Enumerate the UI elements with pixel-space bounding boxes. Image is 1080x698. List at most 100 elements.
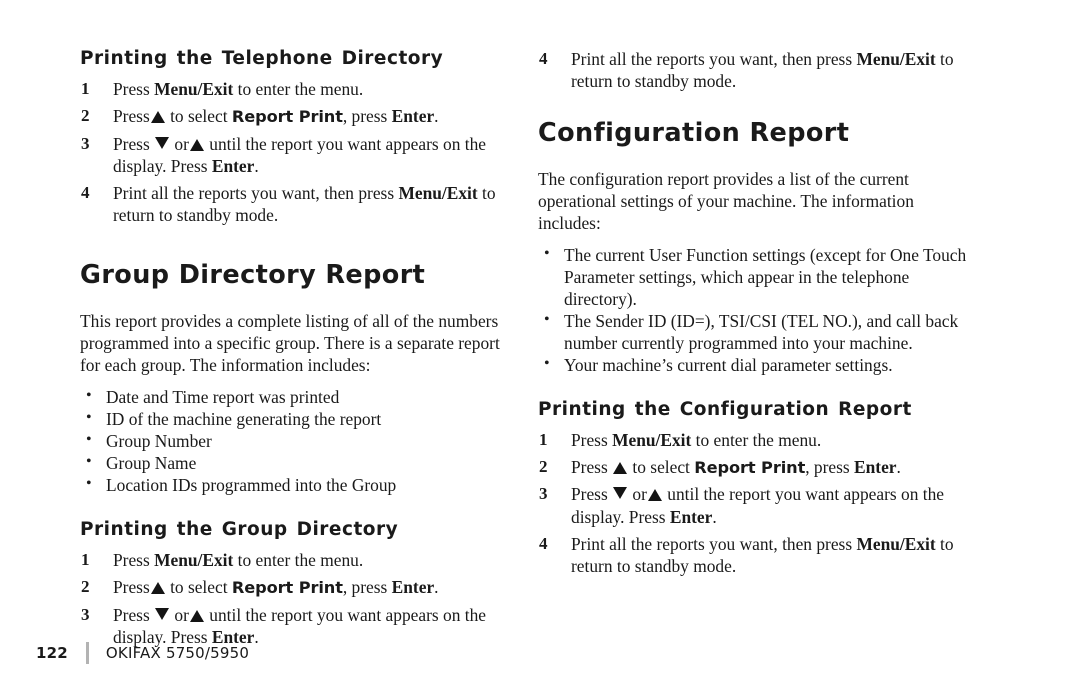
bullet-item: Group Name [80,452,512,474]
menu-item-label: Report Print [231,107,343,127]
step-number: 2 [539,456,548,476]
step-text: to enter the menu. [233,79,364,100]
step-item: 4 Print all the reports you want, then pr… [538,533,970,577]
step-number: 1 [539,429,548,449]
intro-group-directory-report: This report provides a complete listing … [80,311,500,376]
heading-printing-configuration-report: Printing the Configuration Report [538,398,912,420]
step-text: Print all the reports you want, then pre… [571,533,857,554]
steps-printing-configuration-report: 1 Press Menu/Exit to enter the menu. 2 Pres… [538,429,970,577]
bullet-item: Your machine’s current dial parameter se… [538,354,970,376]
step-text: or [628,484,647,505]
bullet-item: The current User Function settings (exce… [538,243,970,310]
step-text: . [254,156,259,177]
triangle-up-icon [189,609,204,622]
step-item: 2 Press to select Report Print, press Ent… [538,456,970,479]
triangle-down-icon [155,607,170,620]
step-text: , press [805,456,855,477]
bullet-item: The Sender ID (ID=), TSI/CSI (TEL NO.), … [538,310,970,354]
intro-configuration-report: The configuration report provides a list… [538,169,914,234]
step-text: Press [571,484,613,505]
triangle-up-icon [189,138,204,151]
key-label: Enter [854,456,897,477]
step-text: to enter the menu. [233,549,364,570]
left-column: Printing the Telephone Directory 1 Press … [80,48,512,653]
key-label: Menu/Exit [154,549,234,570]
triangle-up-icon [613,461,628,474]
footer-divider [85,642,89,664]
step-text: Press [113,549,155,570]
step-text: or [170,604,189,625]
step-text: Press [113,106,150,127]
triangle-up-icon [150,581,165,594]
step-item: 4 Print all the reports you want, then pr… [538,48,970,92]
step-text: , press [342,106,392,127]
heading-printing-telephone-directory: Printing the Telephone Directory [80,48,444,69]
step-text: to select [628,456,695,477]
key-label: Enter [391,106,435,127]
step-text: , press [342,576,392,597]
bullets-configuration-report: The current User Function settings (exce… [538,243,970,377]
step-text: to select [165,106,232,127]
step-text: or [170,133,189,154]
menu-item-label: Report Print [694,457,806,477]
step-number: 3 [539,484,548,504]
key-label: Enter [391,576,435,597]
key-label: Menu/Exit [856,533,936,554]
step-number: 1 [81,549,90,569]
heading-configuration-report: Configuration Report [538,118,850,149]
key-label: Enter [211,156,255,177]
heading-group-directory-report: Group Directory Report [80,260,426,291]
step-number: 4 [539,533,548,553]
steps-continued-from-left-column: 4 Print all the reports you want, then pr… [538,48,970,92]
key-label: Menu/Exit [398,183,478,204]
step-number: 2 [81,576,90,596]
step-number: 1 [81,79,90,99]
step-number: 2 [81,106,90,126]
steps-printing-telephone-directory: 1 Press Menu/Exit to enter the menu. 2 Pres… [80,78,512,226]
step-text: . [254,626,259,647]
step-text: Press [113,133,155,154]
step-number: 4 [539,49,548,68]
heading-printing-group-directory: Printing the Group Directory [80,518,399,540]
step-item: 2 Press to select Report Print, press Ent… [80,576,512,599]
triangle-down-icon [613,487,628,500]
menu-item-label: Report Print [231,577,343,597]
step-text: Press [113,576,150,597]
step-text: . [896,456,901,477]
step-text: Press [571,429,613,450]
step-text: to enter the menu. [691,429,822,450]
triangle-up-icon [150,111,165,124]
step-item: 1 Press Menu/Exit to enter the menu. [80,549,512,571]
step-item: 3 Press or until the report you want appe… [80,133,512,177]
bullet-item: ID of the machine generating the report [80,408,512,430]
document-name: OKIFAX 5750/5950 [105,644,250,662]
step-item: 3 Press or until the report you want appe… [538,483,970,527]
step-text: to select [165,576,232,597]
page-number: 122 [36,644,68,662]
step-text: . [434,576,439,597]
triangle-up-icon [647,489,662,502]
key-label: Menu/Exit [612,429,692,450]
bullet-item: Group Number [80,430,512,452]
key-label: Menu/Exit [856,49,936,69]
step-text: Print all the reports you want, then pre… [571,49,857,69]
page-footer: 122 OKIFAX 5750/5950 [36,641,249,665]
key-label: Menu/Exit [154,79,234,100]
step-item: 1 Press Menu/Exit to enter the menu. [80,78,512,100]
step-text: . [434,106,439,127]
bullet-item: Location IDs programmed into the Group [80,474,512,496]
step-number: 3 [81,133,90,153]
bullets-group-directory-report: Date and Time report was printedID of th… [80,386,512,496]
step-item: 1 Press Menu/Exit to enter the menu. [538,429,970,451]
step-number: 3 [81,604,90,624]
